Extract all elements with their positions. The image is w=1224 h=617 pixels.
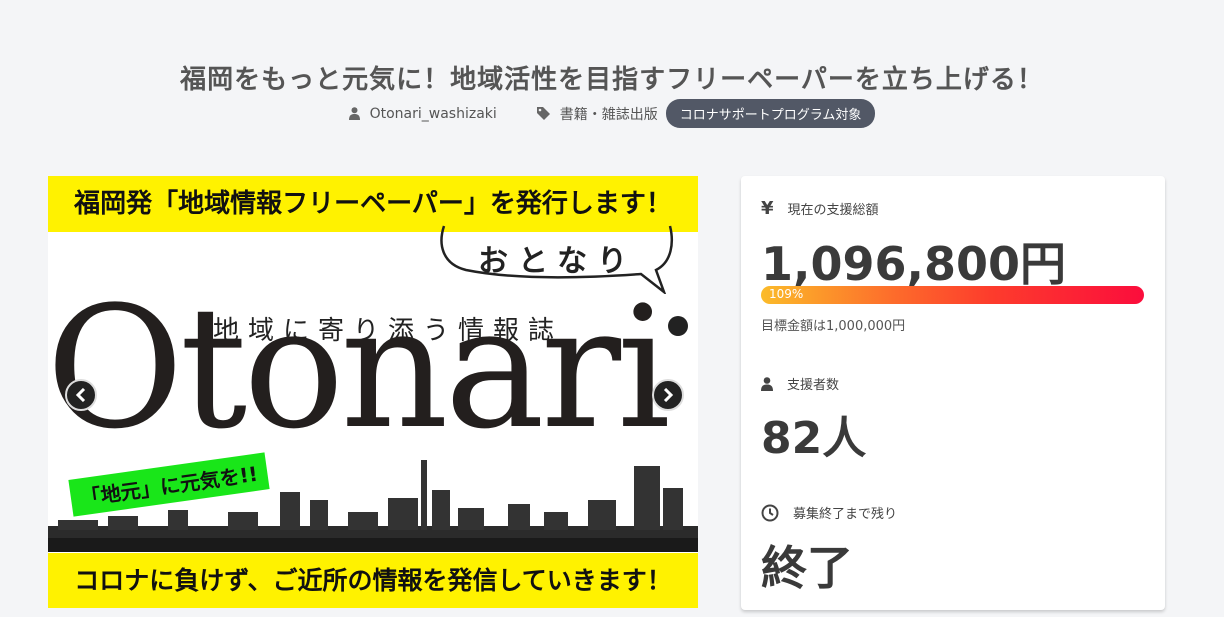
tag-icon <box>536 107 550 120</box>
stats-panel: ¥ 現在の支援総額 1,096,800円 109% 目標金額は1,000,000… <box>741 176 1165 610</box>
user-icon <box>761 376 773 391</box>
slider-next-button[interactable] <box>652 379 684 411</box>
otonari-logo: Otonari <box>48 270 671 466</box>
clock-icon <box>761 504 779 521</box>
image-slider[interactable]: 福岡発「地域情報フリーペーパー」を発行します！ おとなり 地域に寄り添う情報誌 … <box>48 176 698 608</box>
page-title: 福岡をもっと元気に！地域活性を目指すフリーペーパーを立ち上げる！ <box>180 65 1044 96</box>
category-name: 書籍・雑誌出版 <box>559 106 658 123</box>
backers-count: 82人 <box>761 413 867 464</box>
author-name: Otonari_washizaki <box>369 105 497 122</box>
slider-prev-button[interactable] <box>65 379 97 411</box>
program-badge[interactable]: コロナサポートプログラム対象 <box>665 99 876 128</box>
subtitle-dot <box>668 316 688 336</box>
category-link[interactable]: 書籍・雑誌出版 <box>536 104 658 124</box>
progress-percent: 109% <box>769 287 804 301</box>
remaining-label: 募集終了まで残り <box>761 503 897 522</box>
project-meta: Otonari_washizaki 書籍・雑誌出版 コロナサポートプログラム対象 <box>0 99 1224 128</box>
remaining-value: 終了 <box>761 541 853 595</box>
user-icon <box>348 107 360 120</box>
author-link[interactable]: Otonari_washizaki <box>348 105 497 122</box>
chevron-right-icon <box>663 388 674 402</box>
chevron-left-icon <box>75 388 86 402</box>
funding-amount: 1,096,800円 <box>761 237 1066 291</box>
funding-label: ¥ 現在の支援総額 <box>761 198 879 219</box>
goal-amount: 目標金額は1,000,000円 <box>761 319 906 334</box>
yen-icon: ¥ <box>761 198 774 219</box>
backers-label: 支援者数 <box>761 374 839 393</box>
banner-bottom-text: コロナに負けず、ご近所の情報を発信していきます！ <box>48 553 698 608</box>
funding-progress-bar: 109% <box>761 286 1144 304</box>
